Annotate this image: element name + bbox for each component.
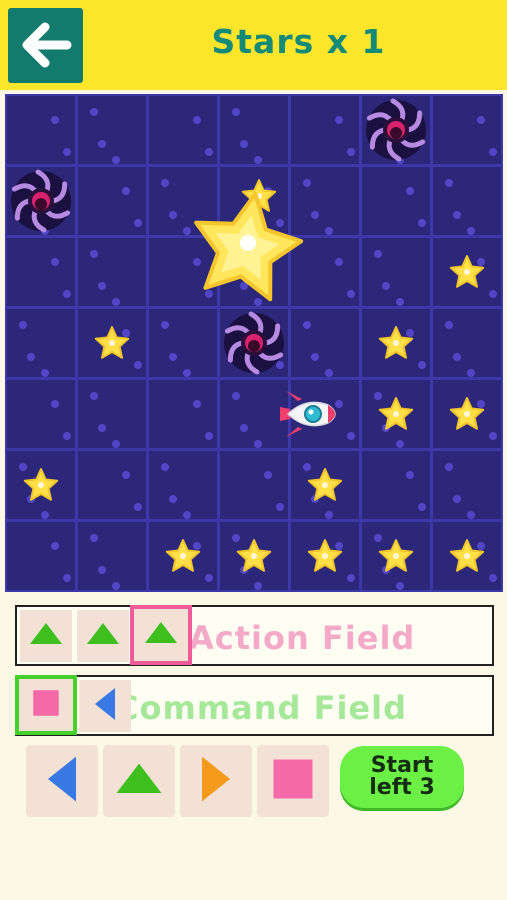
- big-star-icon: [186, 187, 306, 311]
- up-arrow-icon: [141, 613, 181, 657]
- action-slot[interactable]: [20, 610, 72, 662]
- board-cell: [6, 308, 75, 377]
- board-cell: [361, 237, 430, 306]
- control-button-up-arrow[interactable]: [103, 745, 175, 817]
- board-cell: [432, 95, 501, 164]
- start-button-line1: Start: [370, 753, 434, 778]
- star-icon: [305, 465, 345, 509]
- star-icon: [21, 465, 61, 509]
- board-cell: [77, 237, 146, 306]
- up-arrow-icon: [111, 751, 167, 811]
- action-field[interactable]: Action Field: [15, 605, 494, 666]
- star-icon: [376, 394, 416, 438]
- star-icon: [376, 536, 416, 580]
- left-arrow-icon: [34, 751, 90, 811]
- header-bar: Stars x 1: [0, 0, 507, 90]
- board-cell: [361, 166, 430, 235]
- stop-square-icon: [267, 753, 319, 809]
- game-screen: Stars x 1 Action Field Command Field Sta…: [0, 0, 507, 900]
- board-cell: [361, 450, 430, 519]
- up-arrow-icon: [26, 614, 66, 658]
- command-field-label: Command Field: [115, 689, 407, 727]
- control-button-left-arrow[interactable]: [26, 745, 98, 817]
- board-cell: [148, 379, 217, 448]
- star-icon: [163, 536, 203, 580]
- up-arrow-icon: [83, 614, 123, 658]
- back-button[interactable]: [8, 8, 83, 83]
- board-cell: [219, 95, 288, 164]
- page-title: Stars x 1: [211, 22, 386, 61]
- board-cell: [432, 308, 501, 377]
- star-icon: [92, 323, 132, 367]
- board-cell: [77, 450, 146, 519]
- board-cell: [77, 95, 146, 164]
- action-slot[interactable]: [77, 610, 129, 662]
- board-cell: [77, 166, 146, 235]
- action-slot[interactable]: [130, 605, 192, 665]
- command-slot[interactable]: [79, 680, 131, 732]
- black-hole-icon: [221, 310, 287, 380]
- stop-square-icon: [29, 686, 63, 724]
- black-hole-icon: [363, 97, 429, 167]
- board-cell: [432, 450, 501, 519]
- board-cell: [6, 95, 75, 164]
- board-cell: [219, 450, 288, 519]
- black-hole-icon: [8, 168, 74, 238]
- command-field[interactable]: Command Field: [15, 675, 494, 736]
- board-cell: [432, 166, 501, 235]
- star-icon: [447, 394, 487, 438]
- board-cell: [6, 379, 75, 448]
- star-icon: [376, 323, 416, 367]
- arrow-left-icon: [22, 22, 72, 68]
- start-button-line2: left 3: [369, 775, 435, 800]
- board-cell: [77, 379, 146, 448]
- board-cell: [148, 450, 217, 519]
- board-cell: [148, 308, 217, 377]
- star-icon: [447, 252, 487, 296]
- star-icon: [447, 536, 487, 580]
- action-field-label: Action Field: [189, 619, 416, 657]
- rocket-icon: [276, 379, 346, 453]
- right-arrow-icon: [188, 751, 244, 811]
- control-button-right-arrow[interactable]: [180, 745, 252, 817]
- game-board: [5, 94, 503, 592]
- board-cell: [290, 308, 359, 377]
- control-button-stop-square[interactable]: [257, 745, 329, 817]
- board-cell: [290, 95, 359, 164]
- star-icon: [234, 536, 274, 580]
- left-arrow-icon: [85, 684, 125, 728]
- board-cell: [148, 95, 217, 164]
- board-cell: [6, 237, 75, 306]
- command-slot[interactable]: [15, 675, 77, 735]
- star-icon: [305, 536, 345, 580]
- board-cell: [6, 521, 75, 590]
- board-cell: [77, 521, 146, 590]
- start-button[interactable]: Start left 3: [340, 746, 464, 808]
